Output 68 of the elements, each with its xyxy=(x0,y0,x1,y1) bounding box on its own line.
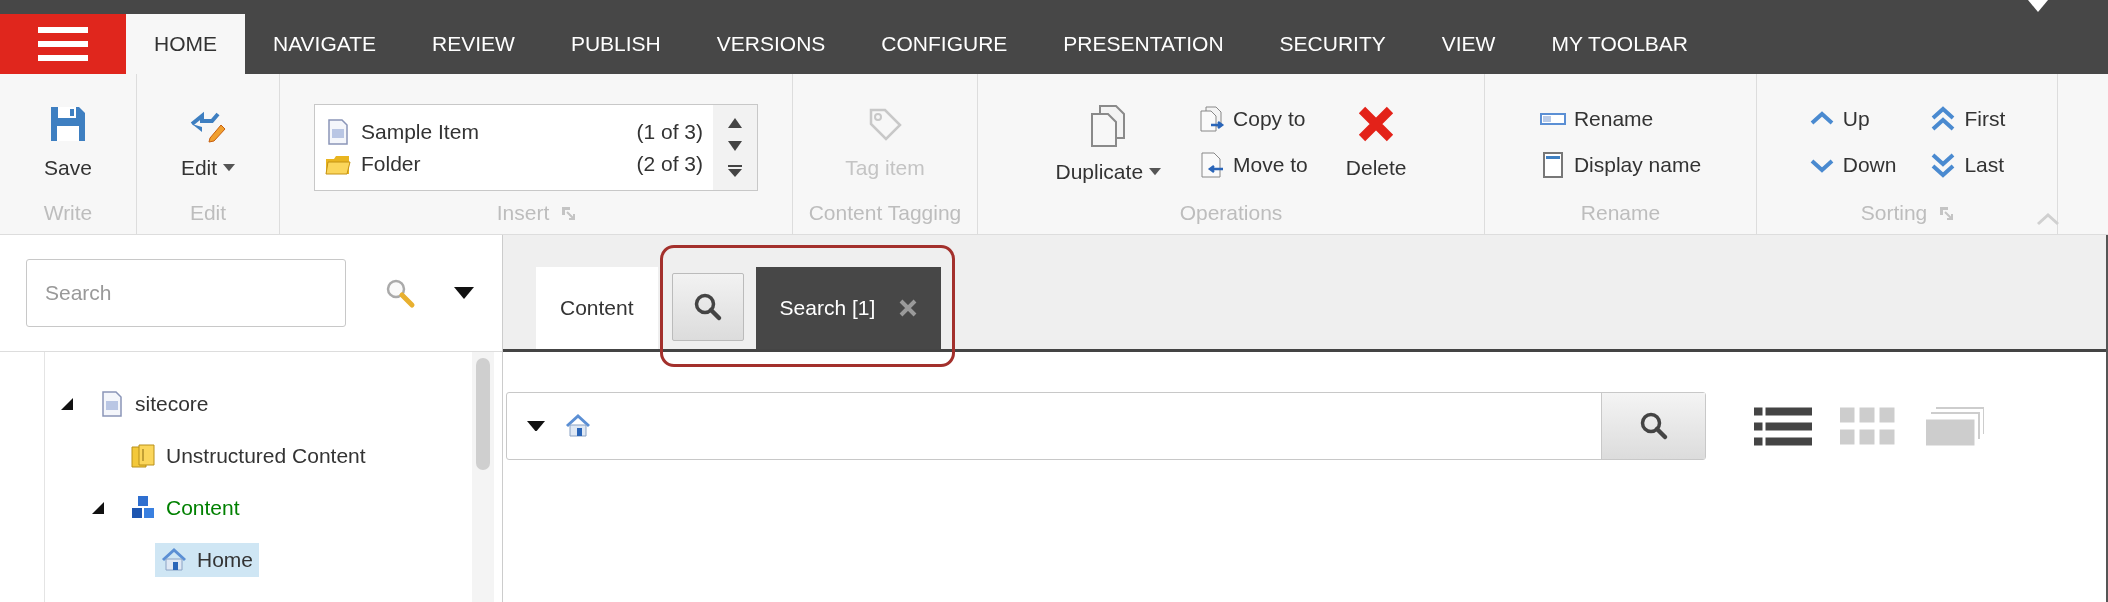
expander-arrow-icon[interactable] xyxy=(92,502,104,514)
group-label: Edit xyxy=(189,201,227,225)
menu-tab[interactable]: SECURITY xyxy=(1251,14,1414,74)
cubes-icon xyxy=(130,495,156,521)
copy-page-icon xyxy=(1199,106,1226,132)
menu-tab[interactable]: PUBLISH xyxy=(542,14,689,74)
caret-icon xyxy=(1149,168,1162,176)
content-tab[interactable]: Content xyxy=(536,267,658,349)
menu-tab[interactable]: VERSIONS xyxy=(688,14,854,74)
content-tab[interactable]: Search [1] xyxy=(755,267,942,349)
tree-item[interactable]: sitecore xyxy=(93,387,215,421)
scroll-up-icon xyxy=(728,117,742,128)
search-field[interactable] xyxy=(506,392,1706,460)
ribbon-button[interactable]: Rename xyxy=(1537,102,1704,136)
folder-icon xyxy=(130,443,156,469)
group-label: Rename xyxy=(1580,201,1661,225)
gallery-item[interactable]: Sample Item (1 of 3) xyxy=(325,118,703,145)
ribbon-button[interactable]: Move to xyxy=(1197,148,1310,182)
page-icon xyxy=(99,391,125,417)
menu-tab[interactable]: MY TOOLBAR xyxy=(1523,14,1716,74)
group-label: Operations xyxy=(1179,201,1283,225)
group-label: Sorting xyxy=(1860,201,1928,225)
group-label: Write xyxy=(43,201,93,225)
caret-icon xyxy=(454,287,474,299)
expand-gallery-icon xyxy=(728,165,742,178)
page-icon xyxy=(325,118,351,145)
group-label: Content Tagging xyxy=(808,201,962,225)
menu-tab[interactable]: CONFIGURE xyxy=(853,14,1036,74)
scrollbar-thumb[interactable] xyxy=(476,358,490,470)
ribbon-button[interactable]: Last xyxy=(1928,148,2008,182)
search-field[interactable]: Search xyxy=(26,259,346,327)
ribbon-button[interactable]: Display name xyxy=(1537,148,1704,182)
menu-tab[interactable]: REVIEW xyxy=(404,14,543,74)
close-icon[interactable] xyxy=(899,299,918,317)
ribbon-button[interactable]: Save xyxy=(38,100,98,184)
move-page-icon xyxy=(1199,152,1226,178)
caret-icon xyxy=(223,164,236,172)
ribbon-button[interactable]: Edit xyxy=(174,100,242,184)
dropdown-triangle-icon[interactable] xyxy=(2028,0,2048,12)
menu-tab[interactable]: NAVIGATE xyxy=(245,14,405,74)
search-button[interactable] xyxy=(1601,393,1705,459)
ribbon-button[interactable]: Duplicate xyxy=(1049,100,1168,188)
dropdown-button[interactable] xyxy=(454,287,474,299)
tree-item[interactable]: Home xyxy=(155,543,260,577)
expander-arrow-icon[interactable] xyxy=(61,398,73,410)
menu-tab[interactable]: VIEW xyxy=(1413,14,1524,74)
ribbon-button[interactable]: Delete xyxy=(1339,100,1413,184)
group-label: Insert xyxy=(496,201,550,225)
ribbon-button[interactable]: Copy to xyxy=(1197,102,1310,136)
double-chevron-down-icon xyxy=(1930,152,1957,178)
scroll-down-icon xyxy=(728,141,742,152)
menu-tab[interactable]: HOME xyxy=(126,14,245,74)
list-view-icon[interactable] xyxy=(1754,406,1812,446)
menu-button[interactable] xyxy=(0,14,126,74)
gallery-item[interactable]: Folder (2 of 3) xyxy=(325,150,703,177)
ribbon-button[interactable]: First xyxy=(1928,102,2008,136)
house-icon xyxy=(565,413,591,439)
caret-icon xyxy=(527,420,545,432)
ribbon-button[interactable]: Down xyxy=(1806,148,1899,182)
ribbon-button[interactable]: Up xyxy=(1806,102,1899,136)
double-chevron-up-icon xyxy=(1930,106,1957,132)
tree-item[interactable]: Unstructured Content xyxy=(124,439,372,473)
menu-icon xyxy=(38,27,88,61)
menu-tab[interactable]: PRESENTATION xyxy=(1035,14,1252,74)
tree-item[interactable]: Content xyxy=(124,491,246,525)
search-icon xyxy=(384,277,416,309)
house-icon xyxy=(161,547,187,573)
search-tab-button[interactable] xyxy=(671,273,744,341)
